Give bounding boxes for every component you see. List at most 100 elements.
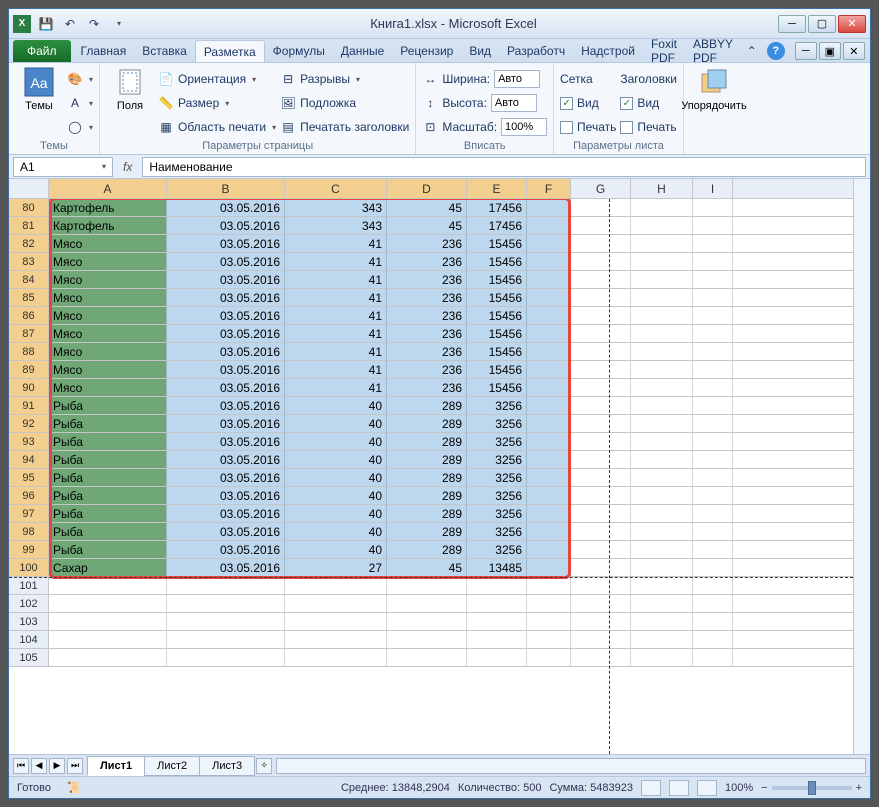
- cell-B95[interactable]: 03.05.2016: [167, 469, 285, 486]
- row-header[interactable]: 97: [9, 505, 49, 522]
- cell-D94[interactable]: 289: [387, 451, 467, 468]
- sheet-nav-first[interactable]: ⏮: [13, 758, 29, 774]
- cell-B83[interactable]: 03.05.2016: [167, 253, 285, 270]
- cell-I83[interactable]: [693, 253, 733, 270]
- cell-E102[interactable]: [467, 595, 527, 612]
- cell-E97[interactable]: 3256: [467, 505, 527, 522]
- cell-C101[interactable]: [285, 577, 387, 594]
- cell-B99[interactable]: 03.05.2016: [167, 541, 285, 558]
- cell-B96[interactable]: 03.05.2016: [167, 487, 285, 504]
- cell-F103[interactable]: [527, 613, 571, 630]
- row-header[interactable]: 82: [9, 235, 49, 252]
- cell-F85[interactable]: [527, 289, 571, 306]
- cell-D84[interactable]: 236: [387, 271, 467, 288]
- cell-I99[interactable]: [693, 541, 733, 558]
- cell-C94[interactable]: 40: [285, 451, 387, 468]
- cell-H105[interactable]: [631, 649, 693, 666]
- cell-A86[interactable]: Мясо: [49, 307, 167, 324]
- new-sheet-button[interactable]: ✧: [256, 758, 272, 774]
- cell-C98[interactable]: 40: [285, 523, 387, 540]
- cell-G83[interactable]: [571, 253, 631, 270]
- fit-height-input[interactable]: [491, 94, 537, 112]
- row-header[interactable]: 102: [9, 595, 49, 612]
- cell-F97[interactable]: [527, 505, 571, 522]
- tab-вид[interactable]: Вид: [461, 40, 499, 62]
- sheet-tab-Лист1[interactable]: Лист1: [87, 756, 145, 776]
- cell-G80[interactable]: [571, 199, 631, 216]
- cell-A82[interactable]: Мясо: [49, 235, 167, 252]
- view-normal-button[interactable]: [641, 780, 661, 796]
- row-header[interactable]: 101: [9, 577, 49, 594]
- cell-E88[interactable]: 15456: [467, 343, 527, 360]
- cell-G104[interactable]: [571, 631, 631, 648]
- cell-I101[interactable]: [693, 577, 733, 594]
- cell-C96[interactable]: 40: [285, 487, 387, 504]
- cell-H101[interactable]: [631, 577, 693, 594]
- cell-E85[interactable]: 15456: [467, 289, 527, 306]
- qat-dropdown-icon[interactable]: ▾: [107, 13, 129, 35]
- sheet-tab-Лист2[interactable]: Лист2: [144, 756, 200, 776]
- cell-D90[interactable]: 236: [387, 379, 467, 396]
- cell-E80[interactable]: 17456: [467, 199, 527, 216]
- cell-F94[interactable]: [527, 451, 571, 468]
- cell-C88[interactable]: 41: [285, 343, 387, 360]
- cell-C91[interactable]: 40: [285, 397, 387, 414]
- cell-H81[interactable]: [631, 217, 693, 234]
- cell-B82[interactable]: 03.05.2016: [167, 235, 285, 252]
- cell-I94[interactable]: [693, 451, 733, 468]
- column-header-H[interactable]: H: [631, 179, 693, 198]
- column-header-A[interactable]: A: [49, 179, 167, 198]
- cell-B98[interactable]: 03.05.2016: [167, 523, 285, 540]
- cell-E98[interactable]: 3256: [467, 523, 527, 540]
- cell-E83[interactable]: 15456: [467, 253, 527, 270]
- cell-G103[interactable]: [571, 613, 631, 630]
- tab-главная[interactable]: Главная: [73, 40, 135, 62]
- cell-A105[interactable]: [49, 649, 167, 666]
- gridlines-view-checkbox[interactable]: ✓: [560, 97, 573, 110]
- cell-E94[interactable]: 3256: [467, 451, 527, 468]
- cell-A91[interactable]: Рыба: [49, 397, 167, 414]
- cell-E103[interactable]: [467, 613, 527, 630]
- cell-G86[interactable]: [571, 307, 631, 324]
- cell-H95[interactable]: [631, 469, 693, 486]
- cell-C80[interactable]: 343: [285, 199, 387, 216]
- cell-F100[interactable]: [527, 559, 571, 576]
- column-header-D[interactable]: D: [387, 179, 467, 198]
- cell-E101[interactable]: [467, 577, 527, 594]
- sheet-nav-prev[interactable]: ◀: [31, 758, 47, 774]
- cell-A89[interactable]: Мясо: [49, 361, 167, 378]
- cell-E104[interactable]: [467, 631, 527, 648]
- cell-A92[interactable]: Рыба: [49, 415, 167, 432]
- cell-G95[interactable]: [571, 469, 631, 486]
- cell-C93[interactable]: 40: [285, 433, 387, 450]
- column-header-E[interactable]: E: [467, 179, 527, 198]
- zoom-in-icon[interactable]: +: [856, 782, 862, 794]
- cell-H93[interactable]: [631, 433, 693, 450]
- cell-E100[interactable]: 13485: [467, 559, 527, 576]
- cell-F84[interactable]: [527, 271, 571, 288]
- cell-H87[interactable]: [631, 325, 693, 342]
- cell-I90[interactable]: [693, 379, 733, 396]
- cell-F88[interactable]: [527, 343, 571, 360]
- tab-разработч[interactable]: Разработч: [499, 40, 573, 62]
- cell-A104[interactable]: [49, 631, 167, 648]
- fx-icon[interactable]: fx: [117, 160, 138, 174]
- column-header-I[interactable]: I: [693, 179, 733, 198]
- cell-I103[interactable]: [693, 613, 733, 630]
- cell-A83[interactable]: Мясо: [49, 253, 167, 270]
- cell-H91[interactable]: [631, 397, 693, 414]
- background-button[interactable]: 🖼Подложка: [280, 92, 409, 114]
- column-header-G[interactable]: G: [571, 179, 631, 198]
- row-header[interactable]: 92: [9, 415, 49, 432]
- cell-A103[interactable]: [49, 613, 167, 630]
- cell-A95[interactable]: Рыба: [49, 469, 167, 486]
- tab-разметка[interactable]: Разметка: [195, 40, 265, 62]
- fit-scale-input[interactable]: [501, 118, 547, 136]
- horizontal-scrollbar[interactable]: [276, 758, 866, 774]
- cell-F93[interactable]: [527, 433, 571, 450]
- cell-D81[interactable]: 45: [387, 217, 467, 234]
- cell-B90[interactable]: 03.05.2016: [167, 379, 285, 396]
- workbook-close-button[interactable]: ✕: [843, 42, 865, 60]
- cell-I105[interactable]: [693, 649, 733, 666]
- cell-D83[interactable]: 236: [387, 253, 467, 270]
